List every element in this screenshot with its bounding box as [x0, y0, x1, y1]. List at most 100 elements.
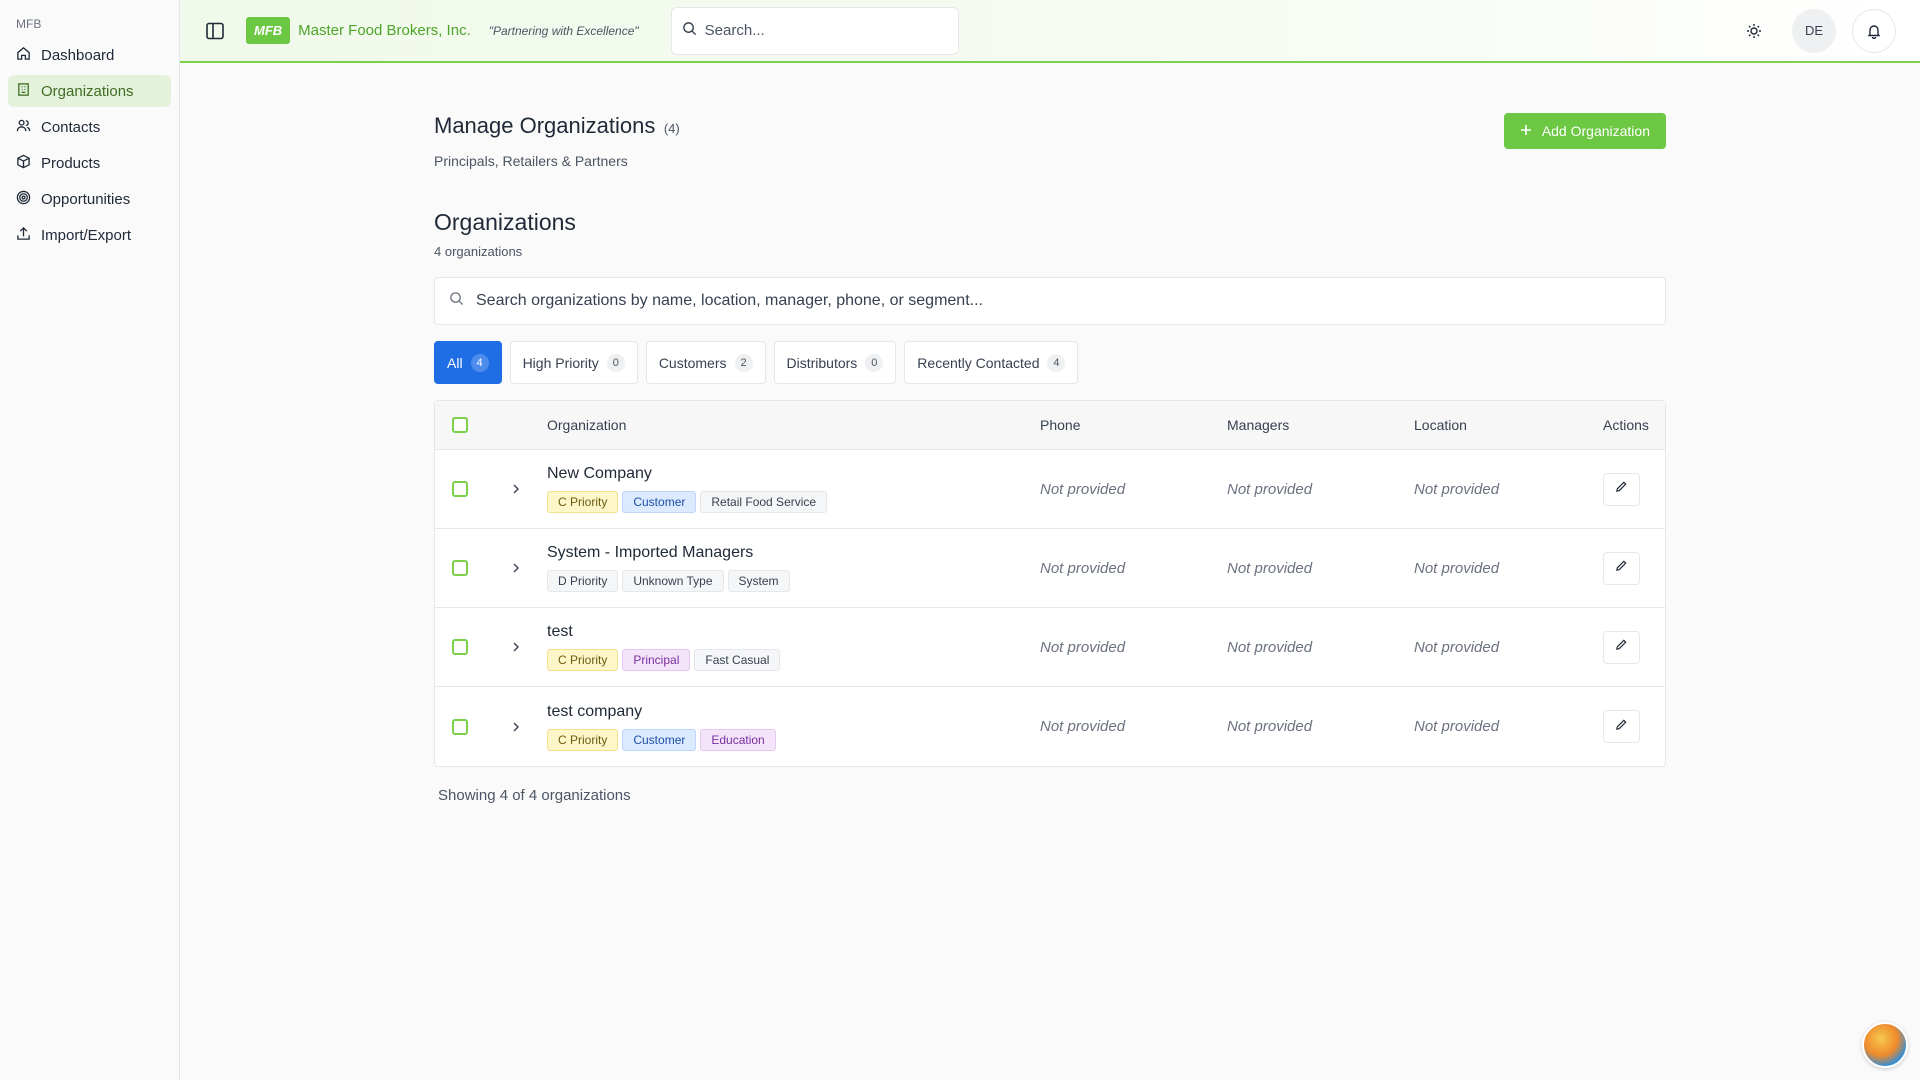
table-row[interactable]: test C Priority Principal Fast Casual No… — [435, 608, 1665, 687]
sidebar-item-label: Products — [41, 154, 101, 172]
organization-search[interactable] — [434, 277, 1666, 325]
edit-button[interactable] — [1603, 710, 1640, 743]
select-all-checkbox[interactable] — [452, 417, 468, 433]
sidebar: MFB Dashboard Organizations Contacts Pro… — [0, 0, 180, 1080]
priority-tag: C Priority — [547, 649, 619, 671]
top-header: MFB Master Food Brokers, Inc. "Partnerin… — [180, 0, 1920, 63]
page-subtitle: Principals, Retailers & Partners — [434, 153, 628, 169]
tab-count: 2 — [734, 353, 753, 372]
type-tag: Unknown Type — [622, 570, 724, 592]
tag-list: C Priority Principal Fast Casual — [547, 649, 1040, 671]
chevron-right-icon[interactable] — [510, 721, 522, 733]
sidebar-item-organizations[interactable]: Organizations — [8, 75, 171, 107]
tab-label: All — [447, 354, 463, 371]
managers-value: Not provided — [1227, 480, 1313, 498]
global-search[interactable] — [670, 6, 959, 55]
pencil-icon — [1615, 559, 1628, 577]
sidebar-item-import-export[interactable]: Import/Export — [8, 219, 171, 251]
tab-all[interactable]: All 4 — [434, 341, 502, 384]
phone-value: Not provided — [1040, 718, 1126, 735]
managers-value: Not provided — [1227, 559, 1313, 577]
priority-tag: D Priority — [547, 570, 619, 592]
organization-name[interactable]: test — [547, 623, 1040, 641]
managers-value: Not provided — [1227, 718, 1313, 735]
building-icon — [16, 82, 31, 101]
chevron-right-icon[interactable] — [510, 483, 522, 495]
pencil-icon — [1615, 638, 1628, 656]
pagination-summary: Showing 4 of 4 organizations — [438, 787, 631, 804]
tab-distributors[interactable]: Distributors 0 — [773, 341, 897, 384]
tab-label: Customers — [658, 354, 727, 371]
row-checkbox[interactable] — [452, 718, 468, 735]
table-row[interactable]: System - Imported Managers D Priority Un… — [435, 529, 1665, 608]
edit-button[interactable] — [1603, 630, 1640, 664]
location-value: Not provided — [1414, 480, 1500, 498]
assistant-launcher-icon[interactable] — [1862, 1022, 1908, 1068]
edit-button[interactable] — [1603, 551, 1640, 585]
row-checkbox[interactable] — [452, 639, 468, 655]
priority-tag: C Priority — [547, 728, 619, 751]
search-icon — [449, 291, 464, 311]
sidebar-item-label: Dashboard — [41, 46, 115, 64]
edit-button[interactable] — [1603, 472, 1640, 506]
section-count: 4 organizations — [434, 244, 523, 259]
row-checkbox[interactable] — [452, 481, 468, 497]
type-tag: Principal — [622, 649, 691, 671]
column-header-location[interactable]: Location — [1414, 417, 1601, 433]
home-icon — [16, 46, 31, 65]
organization-search-input[interactable] — [476, 292, 1626, 310]
phone-value: Not provided — [1040, 480, 1126, 498]
column-header-organization[interactable]: Organization — [547, 417, 1040, 433]
sidebar-item-label: Opportunities — [41, 190, 131, 208]
phone-value: Not provided — [1040, 638, 1126, 656]
tab-high-priority[interactable]: High Priority 0 — [509, 341, 638, 384]
global-search-input[interactable] — [704, 22, 935, 39]
upload-icon — [16, 226, 31, 245]
sidebar-item-label: Import/Export — [41, 226, 132, 244]
table-row[interactable]: New Company C Priority Customer Retail F… — [435, 450, 1665, 529]
organization-name[interactable]: New Company — [547, 465, 1040, 483]
column-header-phone[interactable]: Phone — [1040, 417, 1227, 433]
organization-name[interactable]: test company — [547, 703, 1040, 721]
sidebar-toggle-icon[interactable] — [204, 20, 226, 42]
column-header-managers[interactable]: Managers — [1227, 417, 1414, 433]
theme-toggle-sun-icon[interactable] — [1732, 9, 1776, 53]
tag-list: C Priority Customer Education — [547, 728, 1040, 751]
segment-tag: System — [727, 570, 790, 592]
section-title: Organizations — [434, 209, 576, 235]
tag-list: C Priority Customer Retail Food Service — [547, 491, 1040, 513]
plus-icon — [1520, 123, 1532, 139]
users-icon — [16, 118, 31, 137]
segment-tag: Retail Food Service — [700, 491, 828, 513]
tab-label: High Priority — [522, 354, 599, 371]
add-organization-button[interactable]: Add Organization — [1503, 113, 1666, 149]
sidebar-item-dashboard[interactable]: Dashboard — [8, 39, 171, 71]
type-tag: Customer — [622, 491, 697, 513]
search-icon — [682, 21, 697, 41]
organization-name[interactable]: System - Imported Managers — [547, 544, 1040, 562]
page-header: Manage Organizations (4) Principals, Ret… — [434, 113, 1666, 169]
notifications-bell-icon[interactable] — [1852, 8, 1896, 53]
user-avatar[interactable]: DE — [1792, 8, 1836, 53]
tab-customers[interactable]: Customers 2 — [645, 341, 766, 384]
tab-count: 4 — [470, 353, 489, 372]
header-actions: DE — [1732, 8, 1896, 53]
segment-tag: Fast Casual — [694, 649, 781, 671]
organizations-table: Organization Phone Managers Location Act… — [434, 400, 1666, 767]
row-checkbox[interactable] — [452, 560, 468, 576]
chevron-right-icon[interactable] — [510, 641, 522, 653]
table-header: Organization Phone Managers Location Act… — [435, 401, 1665, 450]
company-name: Master Food Brokers, Inc. — [298, 22, 471, 39]
sidebar-item-products[interactable]: Products — [8, 147, 171, 179]
chevron-right-icon[interactable] — [510, 562, 522, 574]
tagline: "Partnering with Excellence" — [488, 23, 639, 38]
sidebar-item-opportunities[interactable]: Opportunities — [8, 183, 171, 215]
sidebar-item-contacts[interactable]: Contacts — [8, 111, 171, 143]
managers-value: Not provided — [1227, 638, 1313, 656]
table-row[interactable]: test company C Priority Customer Educati… — [435, 687, 1665, 766]
tab-recently-contacted[interactable]: Recently Contacted 4 — [904, 341, 1079, 384]
location-value: Not provided — [1414, 559, 1500, 577]
filter-tabs: All 4 High Priority 0 Customers 2 Distri… — [434, 341, 1666, 384]
tab-label: Distributors — [786, 354, 858, 371]
sidebar-item-label: Organizations — [41, 82, 134, 100]
